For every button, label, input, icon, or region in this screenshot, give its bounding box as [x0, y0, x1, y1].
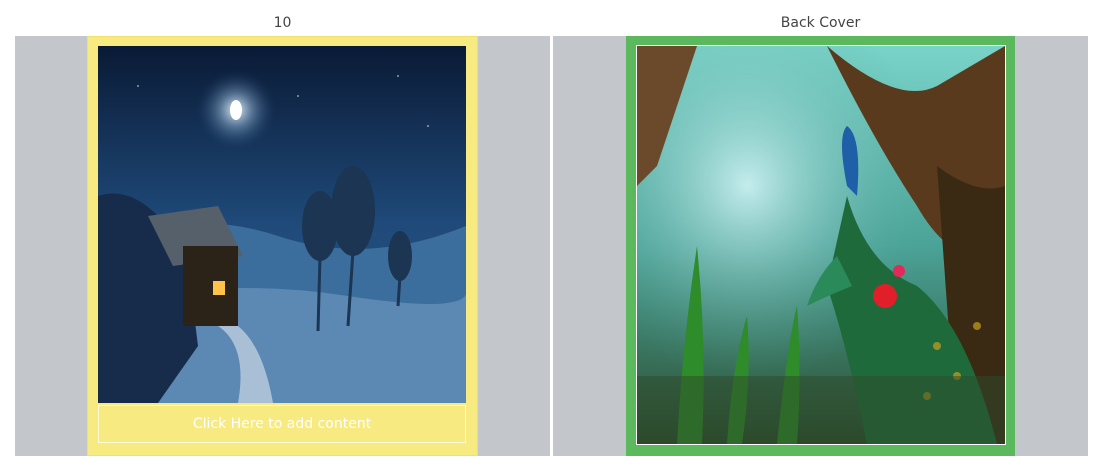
page-label-10: 10 [273, 15, 292, 31]
back-cover-frame[interactable] [626, 36, 1015, 456]
page-label-back-cover: Back Cover [780, 15, 861, 31]
add-content-button[interactable]: Click Here to add content [98, 405, 466, 443]
peacock-forest-image[interactable] [636, 45, 1006, 445]
night-cottage-moon-image[interactable] [98, 46, 466, 403]
page-10-frame[interactable]: Click Here to add content [87, 36, 478, 456]
